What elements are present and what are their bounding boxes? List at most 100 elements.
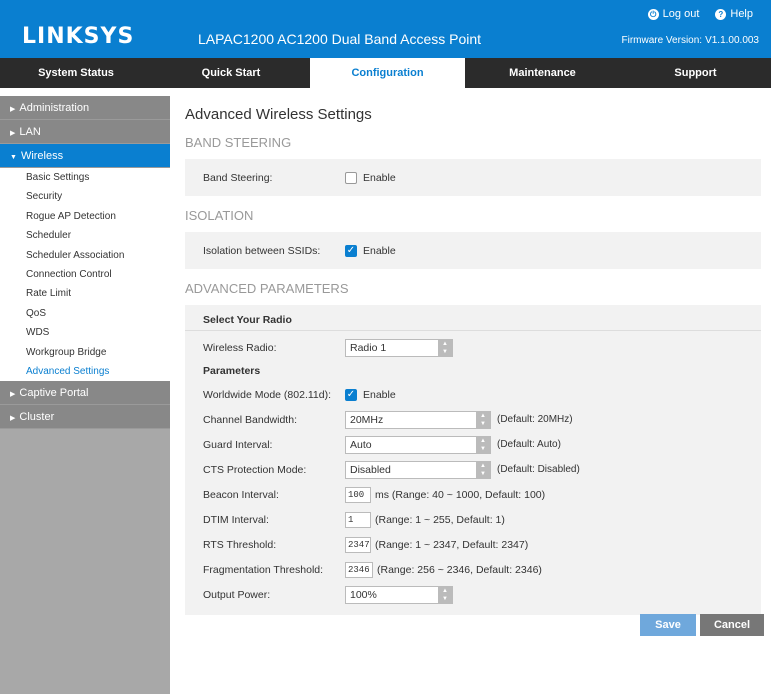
tab-system-status[interactable]: System Status	[0, 58, 152, 88]
wireless-radio-select[interactable]: Radio 1 ▲ ▼	[345, 338, 453, 357]
sidebar-item-workgroup-bridge[interactable]: Workgroup Bridge	[0, 343, 170, 362]
dtim-interval-row: DTIM Interval: 1 (Range: 1 ~ 255, Defaul…	[185, 507, 761, 532]
sidebar-group-label: Administration	[19, 102, 90, 114]
sidebar-item-wds[interactable]: WDS	[0, 323, 170, 342]
beacon-interval-row: Beacon Interval: 100 ms (Range: 40 ~ 100…	[185, 482, 761, 507]
sidebar-item-scheduler-association[interactable]: Scheduler Association	[0, 246, 170, 265]
rts-threshold-hint: (Range: 1 ~ 2347, Default: 2347)	[375, 538, 529, 551]
sidebar-group-label: LAN	[19, 126, 41, 138]
select-radio-heading: Select Your Radio	[185, 309, 761, 331]
tab-support[interactable]: Support	[620, 58, 771, 88]
sidebar-item-rogue-ap[interactable]: Rogue AP Detection	[0, 207, 170, 226]
fragmentation-threshold-row: Fragmentation Threshold: 2346 (Range: 25…	[185, 557, 761, 582]
updown-icon: ▲ ▼	[438, 339, 452, 356]
save-button[interactable]: Save	[640, 614, 696, 636]
power-icon: ⏻	[647, 8, 659, 20]
sidebar-group-label: Wireless	[20, 150, 64, 162]
parameters-heading: Parameters	[203, 365, 261, 377]
cancel-button[interactable]: Cancel	[700, 614, 764, 636]
wireless-radio-value: Radio 1	[350, 341, 387, 354]
rts-threshold-label: RTS Threshold:	[203, 538, 277, 551]
band-steering-checkbox[interactable]	[345, 171, 357, 184]
sidebar-group-administration[interactable]: ▶ Administration	[0, 96, 170, 120]
guard-interval-row: Guard Interval: Auto ▲ ▼ (Default: Auto)	[185, 432, 761, 457]
channel-bandwidth-value: 20MHz	[350, 413, 384, 426]
header-bar: LINKSYS LAPAC1200 AC1200 Dual Band Acces…	[0, 0, 771, 58]
output-power-value: 100%	[350, 588, 377, 601]
sidebar-group-label: Captive Portal	[19, 387, 89, 400]
sidebar-item-basic-settings[interactable]: Basic Settings	[0, 168, 170, 187]
wireless-radio-row: Wireless Radio: Radio 1 ▲ ▼	[185, 335, 761, 360]
dtim-interval-hint: (Range: 1 ~ 255, Default: 1)	[375, 513, 505, 526]
advanced-panel: Select Your Radio Wireless Radio: Radio …	[185, 305, 761, 615]
sidebar-item-qos[interactable]: QoS	[0, 304, 170, 323]
sidebar-item-advanced-settings[interactable]: Advanced Settings	[0, 362, 170, 381]
caret-right-icon: ▶	[10, 415, 16, 423]
beacon-interval-input[interactable]: 100	[345, 486, 371, 503]
worldwide-row: Worldwide Mode (802.11d): ✓ Enable	[185, 382, 761, 407]
tab-configuration[interactable]: Configuration	[310, 58, 465, 88]
sidebar-group-wireless[interactable]: ▼ Wireless	[0, 144, 170, 168]
isolation-label: Isolation between SSIDs:	[203, 244, 321, 257]
isolation-panel: Isolation between SSIDs: ✓ Enable	[185, 232, 761, 269]
tab-quick-start[interactable]: Quick Start	[152, 58, 310, 88]
main-nav: System Status Quick Start Configuration …	[0, 58, 771, 88]
beacon-interval-hint: ms (Range: 40 ~ 1000, Default: 100)	[375, 488, 546, 501]
updown-icon: ▲ ▼	[476, 461, 490, 478]
sidebar-item-security[interactable]: Security	[0, 187, 170, 206]
dtim-interval-input[interactable]: 1	[345, 511, 371, 528]
worldwide-checkbox[interactable]: ✓	[345, 388, 357, 401]
main-content: Advanced Wireless Settings BAND STEERING…	[185, 96, 761, 615]
linksys-logo: LINKSYS	[22, 24, 135, 49]
band-steering-row: Band Steering: Enable	[185, 165, 761, 190]
fragmentation-threshold-input[interactable]: 2346	[345, 561, 373, 578]
firmware-value: V1.1.00.003	[705, 35, 759, 46]
output-power-row: Output Power: 100% ▲ ▼	[185, 582, 761, 607]
sidebar-group-cluster[interactable]: ▶ Cluster	[0, 405, 170, 430]
firmware-version: Firmware Version: V1.1.00.003	[621, 35, 759, 46]
isolation-enable-label: Enable	[363, 244, 396, 257]
guard-interval-select[interactable]: Auto ▲ ▼	[345, 435, 491, 454]
help-link[interactable]: ? Help	[715, 8, 753, 20]
logout-label: Log out	[662, 8, 700, 20]
band-steering-enable-label: Enable	[363, 171, 396, 184]
section-band-steering: BAND STEERING	[185, 135, 292, 150]
caret-right-icon: ▶	[10, 106, 16, 113]
band-steering-panel: Band Steering: Enable	[185, 159, 761, 196]
output-power-label: Output Power:	[203, 588, 271, 601]
worldwide-enable-label: Enable	[363, 388, 396, 401]
guard-interval-value: Auto	[350, 438, 372, 451]
worldwide-label: Worldwide Mode (802.11d):	[203, 388, 332, 401]
sidebar-item-connection-control[interactable]: Connection Control	[0, 265, 170, 284]
rts-threshold-row: RTS Threshold: 2347 (Range: 1 ~ 2347, De…	[185, 532, 761, 557]
cts-protection-value: Disabled	[350, 463, 391, 476]
channel-bandwidth-row: Channel Bandwidth: 20MHz ▲ ▼ (Default: 20…	[185, 407, 761, 432]
caret-down-icon: ▼	[10, 154, 17, 161]
question-icon: ?	[715, 8, 727, 20]
output-power-select[interactable]: 100% ▲ ▼	[345, 585, 453, 604]
channel-bandwidth-select[interactable]: 20MHz ▲ ▼	[345, 410, 491, 429]
wireless-submenu: Basic Settings Security Rogue AP Detecti…	[0, 168, 170, 382]
dtim-interval-label: DTIM Interval:	[203, 513, 269, 526]
updown-icon: ▲ ▼	[438, 586, 452, 603]
sidebar-group-lan[interactable]: ▶ LAN	[0, 120, 170, 144]
logout-link[interactable]: ⏻ Log out	[647, 8, 700, 20]
isolation-checkbox[interactable]: ✓	[345, 244, 357, 257]
guard-interval-hint: (Default: Auto)	[497, 439, 561, 450]
section-isolation: ISOLATION	[185, 208, 254, 223]
cts-protection-select[interactable]: Disabled ▲ ▼	[345, 460, 491, 479]
wireless-radio-label: Wireless Radio:	[203, 341, 277, 354]
rts-threshold-input[interactable]: 2347	[345, 536, 371, 553]
tab-maintenance[interactable]: Maintenance	[465, 58, 620, 88]
sidebar-group-captive-portal[interactable]: ▶ Captive Portal	[0, 381, 170, 406]
sidebar-item-scheduler[interactable]: Scheduler	[0, 226, 170, 245]
fragmentation-threshold-hint: (Range: 256 ~ 2346, Default: 2346)	[377, 563, 542, 576]
cts-protection-label: CTS Protection Mode:	[203, 463, 307, 476]
sidebar-item-rate-limit[interactable]: Rate Limit	[0, 284, 170, 303]
channel-bandwidth-label: Channel Bandwidth:	[203, 413, 297, 426]
guard-interval-label: Guard Interval:	[203, 438, 273, 451]
product-title: LAPAC1200 AC1200 Dual Band Access Point	[198, 31, 482, 47]
updown-icon: ▲ ▼	[476, 436, 490, 453]
updown-icon: ▲ ▼	[476, 411, 490, 428]
firmware-label: Firmware Version:	[621, 35, 703, 46]
